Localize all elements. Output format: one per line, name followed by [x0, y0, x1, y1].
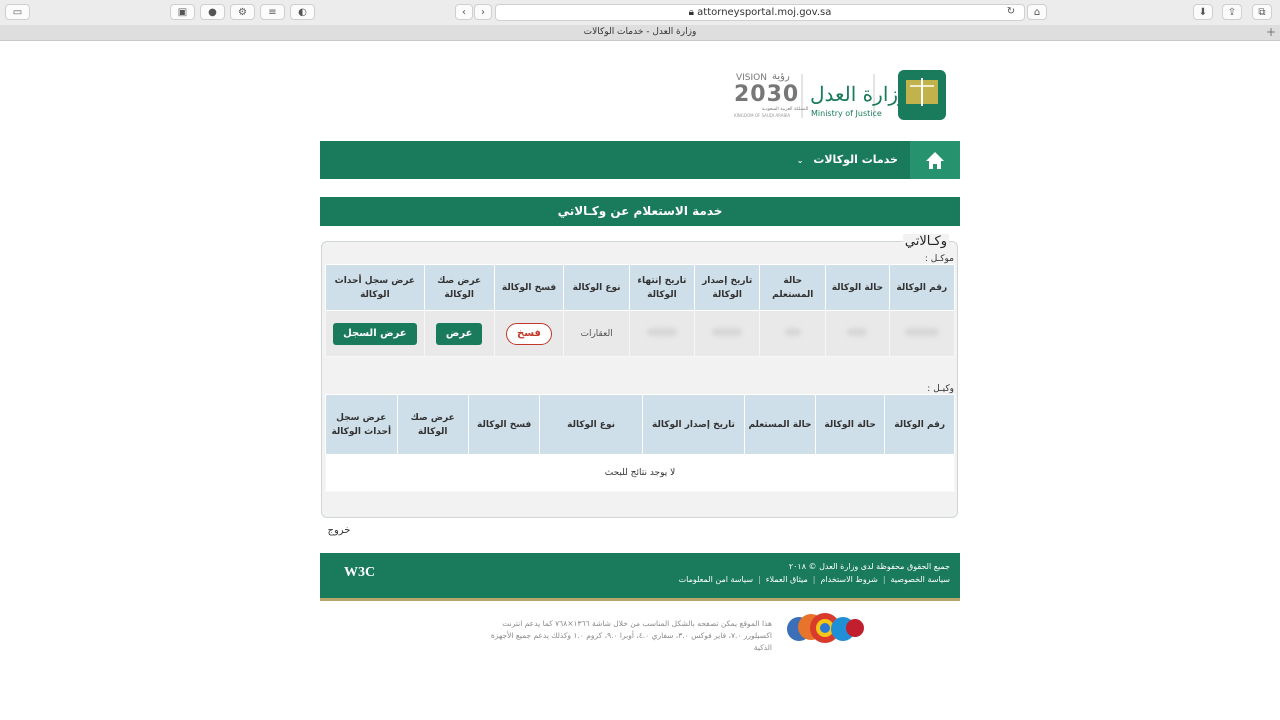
chevron-down-icon: ⌄ — [796, 156, 804, 165]
header-cell: تاريخ إصدار الوكالة — [641, 394, 746, 455]
adblock-icon[interactable]: ● — [200, 4, 225, 20]
forward-icon[interactable]: › — [474, 4, 492, 20]
redacted-cell — [888, 310, 956, 357]
redacted-cell — [825, 310, 890, 357]
address-bar[interactable]: 🔒︎ attorneysportal.moj.gov.sa — [495, 4, 1025, 21]
tab-title[interactable]: وزارة العدل - خدمات الوكالات — [584, 27, 697, 37]
header-cell: عرض سجل أحداث الوكالة — [325, 394, 398, 455]
layers-icon[interactable]: ≡ — [260, 4, 285, 20]
extension-icon[interactable]: ⚙ — [230, 4, 255, 20]
attorneys-panel: وكـالاتي موكـل : رقم الوكالة حالة الوكال… — [321, 234, 958, 518]
view-deed-button[interactable]: عرض — [435, 322, 483, 345]
header-cell: فسخ الوكالة — [467, 394, 541, 455]
nav-services-label: خدمات الوكالات — [813, 153, 898, 166]
view-cell: عرض — [423, 310, 495, 357]
main-nav: خدمات الوكالات ⌄ — [320, 141, 960, 179]
cancel-cell: فسخ — [493, 310, 565, 357]
tab-bar: وزارة العدل - خدمات الوكالات + — [0, 25, 1280, 41]
url-text: attorneysportal.moj.gov.sa — [697, 7, 832, 18]
table-row: لا يوجد نتائج للبحث — [325, 454, 955, 492]
vision-year: 2030 — [734, 82, 800, 107]
reader-icon[interactable]: ▣ — [170, 4, 195, 20]
principal-table: رقم الوكالة حالة الوكالة حالة المستعلم ت… — [325, 264, 956, 357]
exit-button[interactable]: خروج — [319, 521, 359, 541]
browser-support-notice: هذا الموقع يمكن تصفحه بالشكل المناسب من … — [490, 619, 772, 652]
header-cell: عرض سجل أحداث الوكالة — [325, 264, 425, 311]
table-row: العقارات فسخ عرض عرض السجل — [325, 310, 956, 357]
home-browser-icon[interactable]: ⌂ — [1027, 4, 1047, 20]
tabs-icon[interactable]: ⧉ — [1252, 4, 1272, 20]
nav-services-menu[interactable]: خدمات الوكالات ⌄ — [797, 141, 898, 180]
lock-icon: 🔒︎ — [688, 7, 694, 18]
redacted-cell — [694, 310, 761, 357]
footer-link-privacy[interactable]: سياسة الخصوصية — [891, 575, 950, 584]
ministry-name-ar: وزارة العدل — [810, 82, 908, 106]
header-cell: عرض صك الوكالة — [423, 264, 495, 311]
header-cell: عرض صك الوكالة — [396, 394, 469, 455]
new-tab-icon[interactable]: + — [1266, 25, 1276, 40]
header-cell: تاريخ إصدار الوكالة — [694, 264, 761, 311]
footer: W3C جميع الحقوق محفوظة لدى وزارة العدل ©… — [320, 553, 960, 601]
browser-logos-icon — [787, 613, 864, 643]
vision-sub-en: KINGDOM OF SAUDI ARABIA — [734, 113, 791, 118]
header-cell: حالة الوكالة — [825, 264, 890, 311]
download-icon[interactable]: ⬇ — [1193, 4, 1213, 20]
footer-link-security[interactable]: سياسة امن المعلومات — [679, 575, 753, 584]
footer-link-terms[interactable]: شروط الاستخدام — [820, 575, 877, 584]
header-cell: نوع الوكالة — [539, 394, 643, 455]
sidebar-icon[interactable]: ▭ — [5, 4, 30, 20]
header-cell: رقم الوكالة — [884, 394, 955, 455]
view-log-button[interactable]: عرض السجل — [333, 322, 417, 345]
home-button[interactable] — [910, 141, 960, 179]
reload-icon[interactable]: ↻ — [1001, 4, 1021, 20]
type-cell: العقارات — [563, 310, 630, 357]
agent-table: رقم الوكالة حالة الوكالة حالة المستعلم ت… — [325, 394, 955, 492]
vision-ar: رؤية — [772, 71, 790, 82]
ministry-name-en: Ministry of Justice — [811, 109, 882, 118]
back-icon[interactable]: ‹ — [455, 4, 473, 20]
home-icon — [926, 152, 944, 169]
vision-sub-ar: المملكة العربية السعودية — [762, 107, 809, 112]
header-cell: نوع الوكالة — [563, 264, 630, 311]
header-cell: حالة المستعلم — [744, 394, 816, 455]
empty-results-text: لا يوجد نتائج للبحث — [325, 454, 955, 492]
w3c-badge[interactable]: W3C — [344, 565, 375, 581]
agent-label: وكيـل : — [927, 384, 954, 394]
footer-links: سياسة الخصوصية|شروط الاستخدام|ميثاق العم… — [678, 575, 950, 584]
share-icon[interactable]: ⇪ — [1222, 4, 1242, 20]
header-cell: تاريخ إنتهاء الوكالة — [628, 264, 696, 311]
cancel-button[interactable]: فسخ — [506, 322, 552, 345]
redacted-cell — [628, 310, 696, 357]
header-cell: حالة المستعلم — [759, 264, 827, 311]
privacy-icon[interactable]: ◐ — [290, 4, 315, 20]
header-cell: رقم الوكالة — [888, 264, 956, 311]
page-title: خدمة الاستعلام عن وكـالاتي — [320, 197, 960, 226]
redacted-cell — [759, 310, 827, 357]
panel-title: وكـالاتي — [902, 234, 949, 249]
principal-label: موكـل : — [924, 254, 954, 264]
header-cell: فسخ الوكالة — [493, 264, 565, 311]
header-cell: حالة الوكالة — [814, 394, 886, 455]
log-cell: عرض السجل — [325, 310, 425, 357]
footer-link-charter[interactable]: ميثاق العملاء — [766, 575, 808, 584]
browser-toolbar: ▭ ▣ ● ⚙ ≡ ◐ ‹ › 🔒︎ attorneysportal.moj.g… — [0, 0, 1280, 26]
footer-copyright: جميع الحقوق محفوظة لدى وزارة العدل © ٢٠١… — [788, 562, 950, 571]
